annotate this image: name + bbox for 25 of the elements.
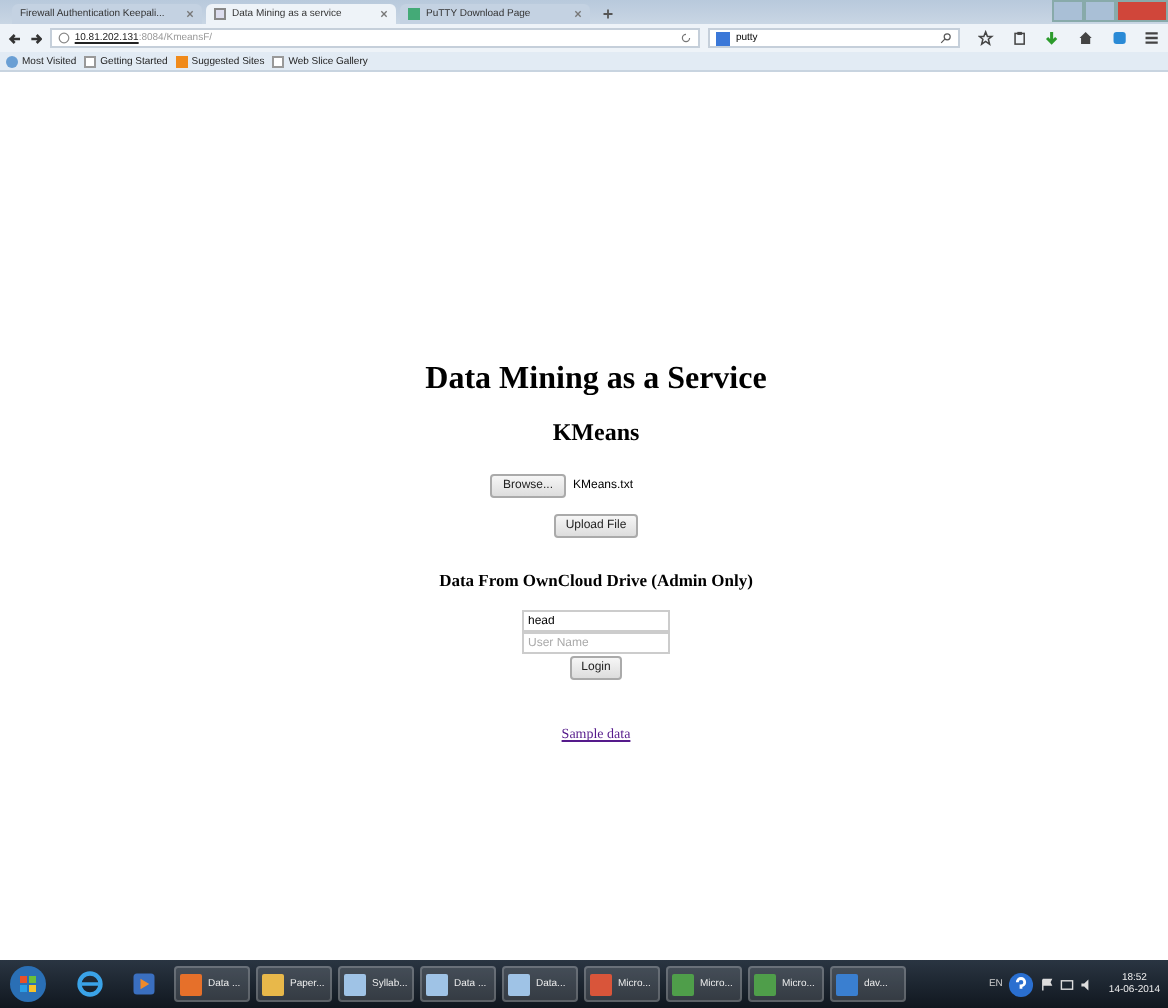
- forward-icon[interactable]: [29, 31, 43, 45]
- menu-icon[interactable]: [1144, 30, 1160, 46]
- clipboard-icon[interactable]: [1011, 30, 1027, 46]
- page-subtitle: KMeans: [552, 418, 640, 448]
- back-icon[interactable]: [8, 31, 22, 45]
- star-icon[interactable]: [978, 30, 994, 46]
- page-icon: [272, 55, 285, 67]
- close-icon[interactable]: [574, 10, 582, 18]
- page-icon: [214, 8, 226, 20]
- section-heading: Data From OwnCloud Drive (Admin Only): [439, 570, 753, 590]
- help-icon[interactable]: [1008, 971, 1035, 997]
- media-player-icon[interactable]: [130, 970, 158, 998]
- start-button[interactable]: [8, 964, 48, 1004]
- close-icon[interactable]: [380, 10, 388, 18]
- search-icon[interactable]: [940, 32, 953, 44]
- flag-icon[interactable]: [1040, 977, 1055, 991]
- tile-icon: [175, 55, 188, 67]
- page-icon: [84, 55, 97, 67]
- download-icon[interactable]: [1044, 30, 1061, 46]
- home-icon[interactable]: [1078, 30, 1094, 46]
- reload-icon[interactable]: [679, 32, 692, 44]
- page-title: Data Mining as a Service: [425, 362, 767, 398]
- close-icon[interactable]: [186, 10, 194, 18]
- search-engine-icon: [715, 31, 730, 45]
- new-tab-icon[interactable]: [602, 8, 614, 20]
